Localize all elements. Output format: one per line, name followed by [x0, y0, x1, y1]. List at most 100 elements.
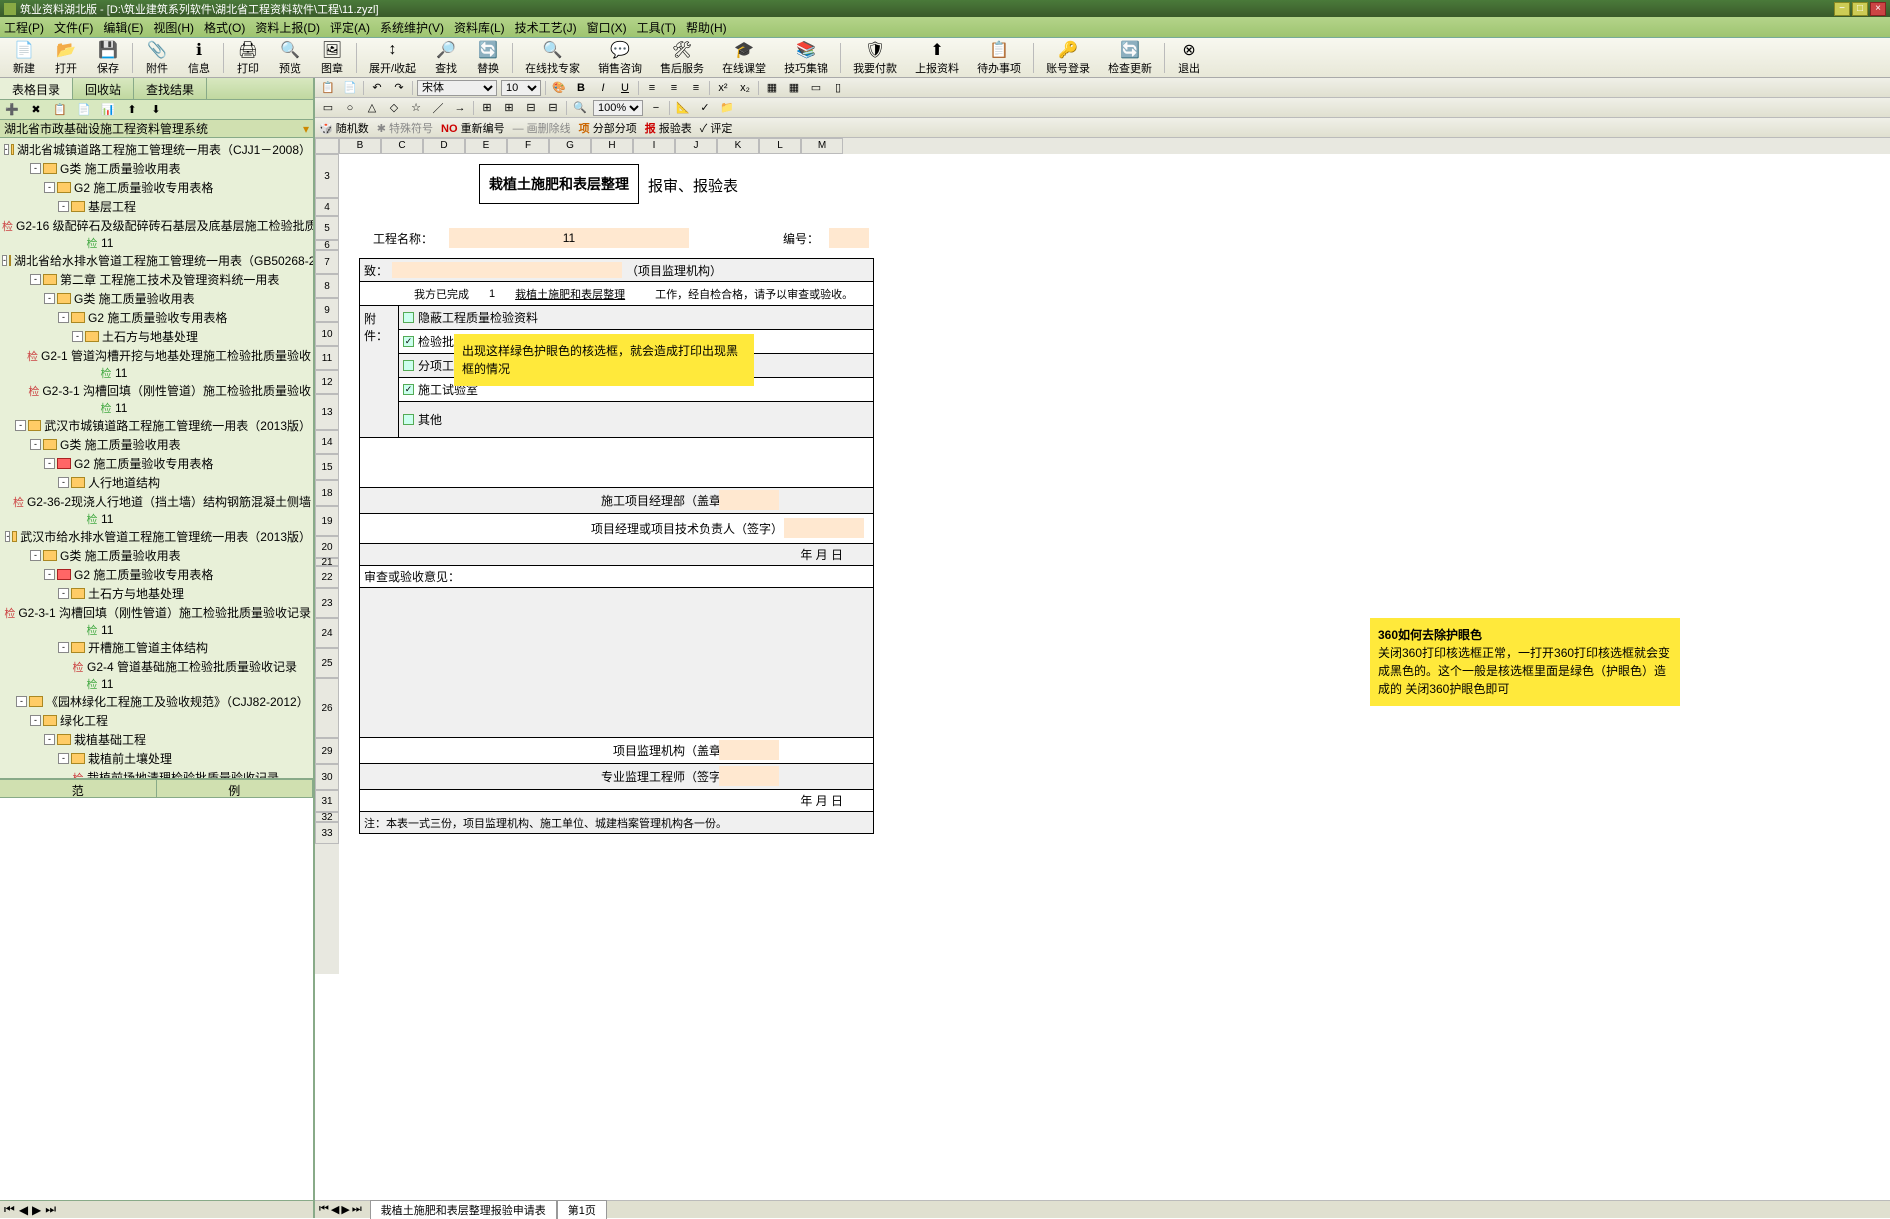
menu-5[interactable]: 资料上报(D) [255, 19, 320, 36]
tree-node-8[interactable]: -G类 施工质量验收用表 [2, 289, 311, 308]
tool-售后服务[interactable]: 🛠售后服务 [652, 38, 712, 78]
row-header-20[interactable]: 20 [315, 536, 339, 558]
tool-a-icon[interactable]: 📐 [674, 100, 692, 116]
align-left-icon[interactable]: ≡ [643, 80, 661, 96]
tool-打印[interactable]: 🖨打印 [228, 38, 268, 78]
tree-node-28[interactable]: 检G2-4 管道基础施工检验批质量验收记录 [2, 657, 311, 676]
menu-8[interactable]: 资料库(L) [454, 19, 505, 36]
row-header-6[interactable]: 6 [315, 240, 339, 250]
tool-预览[interactable]: 🔍预览 [270, 38, 310, 78]
minimize-button[interactable]: − [1834, 2, 1850, 16]
row-header-31[interactable]: 31 [315, 790, 339, 812]
menu-6[interactable]: 评定(A) [330, 19, 370, 36]
checkbox-5[interactable] [403, 414, 414, 425]
bold-icon[interactable]: B [572, 80, 590, 96]
row-header-22[interactable]: 22 [315, 566, 339, 588]
underline-icon[interactable]: U [616, 80, 634, 96]
proj-value[interactable]: 11 [449, 228, 689, 248]
del-row-icon[interactable]: ⊟ [522, 100, 540, 116]
done-content[interactable]: 栽植土施肥和表层整理 [515, 286, 625, 302]
sheet-prev-icon[interactable]: ◀ [331, 1203, 339, 1216]
renumber-btn[interactable]: NO 重新编号 [441, 120, 505, 136]
tree-b-icon[interactable]: 📊 [100, 102, 116, 118]
row-header-24[interactable]: 24 [315, 618, 339, 648]
paste-icon[interactable]: 📄 [341, 80, 359, 96]
row-header-26[interactable]: 26 [315, 678, 339, 738]
tree-content[interactable]: -湖北省城镇道路工程施工管理统一用表（CJJ1－2008） -G类 施工质量验收用… [0, 138, 313, 778]
copy-icon[interactable]: 📋 [319, 80, 337, 96]
row-header-3[interactable]: 3 [315, 154, 339, 198]
tree-node-18[interactable]: -人行地道结构 [2, 473, 311, 492]
tree-node-13[interactable]: 检G2-3-1 沟槽回填（刚性管道）施工检验批质量验收 [2, 381, 311, 400]
merge-icon[interactable]: ▭ [807, 80, 825, 96]
tree-node-4[interactable]: 检G2-16 级配碎石及级配碎砖石基层及底基层施工检验批质 [2, 216, 311, 235]
nav-prev-icon[interactable]: ◀ [19, 1203, 28, 1217]
row-header-32[interactable]: 32 [315, 812, 339, 822]
menu-7[interactable]: 系统维护(V) [380, 19, 444, 36]
col-header-F[interactable]: F [507, 138, 549, 154]
sup-input[interactable] [719, 740, 779, 760]
tool-保存[interactable]: 💾保存 [88, 38, 128, 78]
tree-node-12[interactable]: 检11 [2, 365, 311, 381]
row-header-15[interactable]: 15 [315, 454, 339, 480]
pm-input[interactable] [784, 518, 864, 538]
shape5-icon[interactable]: ☆ [407, 100, 425, 116]
random-btn[interactable]: 🎲 随机数 [319, 120, 369, 136]
tree-d-icon[interactable]: ⬇ [148, 102, 164, 118]
close-button[interactable]: × [1870, 2, 1886, 16]
tool-替换[interactable]: 🔄替换 [468, 38, 508, 78]
tool-新建[interactable]: 📄新建 [4, 38, 44, 78]
grid-icon[interactable]: ▦ [785, 80, 803, 96]
row-header-30[interactable]: 30 [315, 764, 339, 790]
sort-icon[interactable]: ▾ [303, 122, 309, 136]
tree-node-16[interactable]: -G类 施工质量验收用表 [2, 435, 311, 454]
col-header-E[interactable]: E [465, 138, 507, 154]
shape3-icon[interactable]: △ [363, 100, 381, 116]
tool-账号登录[interactable]: 🔑账号登录 [1038, 38, 1098, 78]
tree-node-23[interactable]: -G2 施工质量验收专用表格 [2, 565, 311, 584]
sheet-tab-1[interactable]: 栽植土施肥和表层整理报验申请表 [370, 1200, 557, 1219]
zoom-icon[interactable]: 🔍 [571, 100, 589, 116]
left-tab-1[interactable]: 回收站 [73, 78, 134, 99]
tool-c-icon[interactable]: 📁 [718, 100, 736, 116]
tree-node-21[interactable]: -武汉市给水排水管道工程施工管理统一用表（2013版） [2, 527, 311, 546]
row-header-5[interactable]: 5 [315, 216, 339, 240]
zoom-out-icon[interactable]: − [647, 100, 665, 116]
tree-node-0[interactable]: -湖北省城镇道路工程施工管理统一用表（CJJ1－2008） [2, 140, 311, 159]
font-select[interactable]: 宋体 [417, 80, 497, 96]
maximize-button[interactable]: □ [1852, 2, 1868, 16]
tree-node-10[interactable]: -土石方与地基处理 [2, 327, 311, 346]
tree-node-34[interactable]: 检栽植前场地清理检验批质量验收记录 [2, 768, 311, 778]
tool-查找[interactable]: 🔎查找 [426, 38, 466, 78]
tree-node-29[interactable]: 检11 [2, 676, 311, 692]
tree-node-25[interactable]: 检G2-3-1 沟槽回填（刚性管道）施工检验批质量验收记录 [2, 603, 311, 622]
menu-10[interactable]: 窗口(X) [587, 19, 627, 36]
row-header-9[interactable]: 9 [315, 298, 339, 322]
row-header-33[interactable]: 33 [315, 822, 339, 844]
sheet-first-icon[interactable]: ⏮ [319, 1203, 329, 1216]
tree-add-icon[interactable]: ➕ [4, 102, 20, 118]
insert-col-icon[interactable]: ⊞ [500, 100, 518, 116]
tool-b-icon[interactable]: ✓ [696, 100, 714, 116]
row-header-19[interactable]: 19 [315, 506, 339, 536]
sheet-last-icon[interactable]: ⏭ [352, 1203, 362, 1216]
form-title-input[interactable]: 栽植土施肥和表层整理 [479, 164, 639, 204]
sub-icon[interactable]: x₂ [736, 80, 754, 96]
strikethrough-btn[interactable]: — 画删除线 [513, 120, 571, 136]
tree-node-5[interactable]: 检11 [2, 235, 311, 251]
num-value[interactable] [829, 228, 869, 248]
nav-first-icon[interactable]: ⏮ [4, 1202, 15, 1217]
nav-next-icon[interactable]: ▶ [32, 1203, 41, 1217]
col-header-H[interactable]: H [591, 138, 633, 154]
tool-待办事项[interactable]: 📋待办事项 [969, 38, 1029, 78]
menu-11[interactable]: 工具(T) [637, 19, 676, 36]
row-header-13[interactable]: 13 [315, 394, 339, 430]
border-icon[interactable]: ▦ [763, 80, 781, 96]
checkbox-4[interactable] [403, 384, 414, 395]
line-icon[interactable]: ／ [429, 100, 447, 116]
checkbox-2[interactable] [403, 336, 414, 347]
shape1-icon[interactable]: ▭ [319, 100, 337, 116]
row-header-10[interactable]: 10 [315, 322, 339, 346]
tree-copy-icon[interactable]: 📋 [52, 102, 68, 118]
menu-12[interactable]: 帮助(H) [686, 19, 727, 36]
